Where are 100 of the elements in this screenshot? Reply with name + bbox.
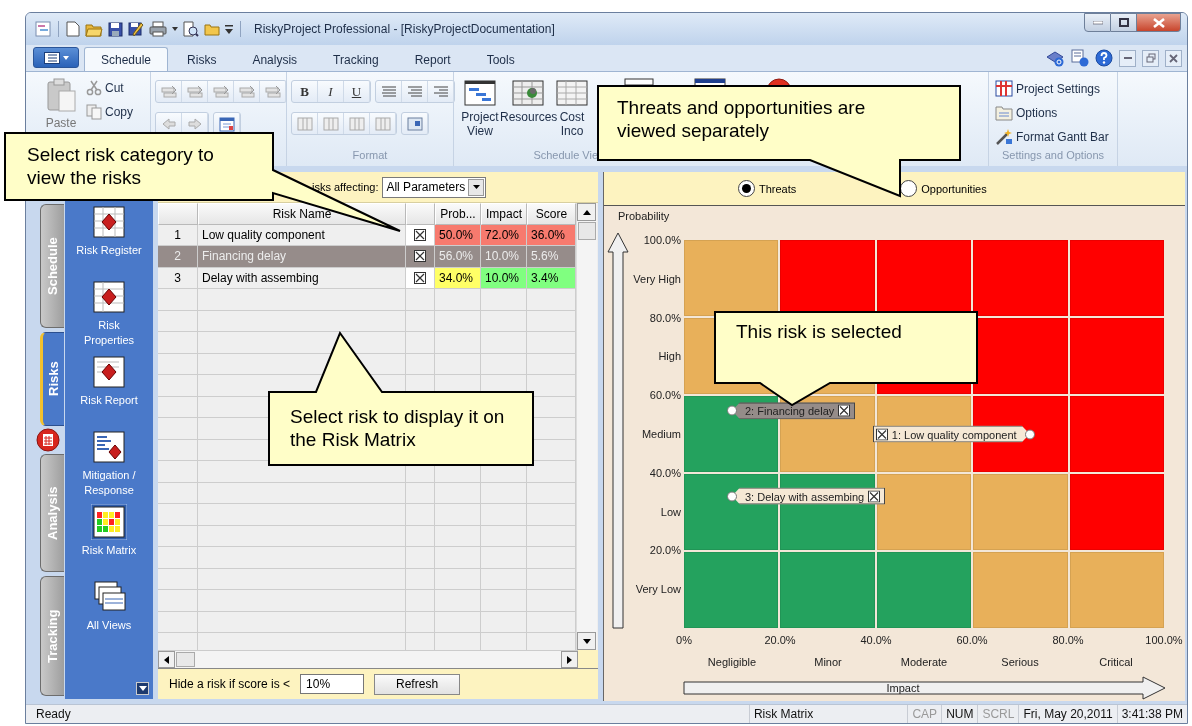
cost-sheet-icon <box>556 80 588 106</box>
application-menu-button[interactable] <box>33 47 79 68</box>
task-link-icon <box>159 84 178 99</box>
font-style-button[interactable]: B <box>292 81 318 102</box>
minimize-button[interactable] <box>1119 49 1136 67</box>
axis-tick-label: 100.0% <box>1145 634 1183 646</box>
axis-tick-label: 20.0% <box>764 634 796 646</box>
sidebar-item[interactable]: Risk Matrix <box>66 504 152 579</box>
table-row[interactable]: 1 Low quality component 50.0% 72.0% 36.0% <box>158 224 576 246</box>
save-as-icon <box>128 21 144 37</box>
minimize-icon <box>1123 57 1132 59</box>
checkbox-icon[interactable] <box>414 250 426 263</box>
customize-icon <box>225 24 233 34</box>
score-threshold-field[interactable]: 10% <box>300 674 365 694</box>
axis-category-label: Very High <box>633 272 681 285</box>
sidebar-item[interactable]: All Views <box>66 579 152 654</box>
table-cell: 3 <box>158 267 198 289</box>
image-frame-icon <box>406 116 423 131</box>
task-link-icon <box>263 84 282 99</box>
maximize-icon <box>1118 18 1129 27</box>
settings-button[interactable]: Format Gantt Bar <box>993 126 1111 147</box>
marker-label: 2: Financing delay <box>745 404 835 417</box>
status-view: Risk Matrix <box>748 705 908 723</box>
column-icon <box>322 116 339 131</box>
align-right-icon <box>433 85 448 98</box>
ribbon-tab[interactable]: Schedule <box>84 47 169 71</box>
scroll-right-button[interactable] <box>561 651 578 668</box>
ribbon-tab[interactable]: Tools <box>469 47 532 71</box>
font-style-button[interactable]: I <box>318 81 344 102</box>
axis-category-label: High <box>658 350 681 363</box>
parameter-dropdown[interactable]: All Parameters <box>382 176 487 198</box>
scissors-icon <box>86 80 102 96</box>
settings-button[interactable]: Project Settings <box>993 78 1103 99</box>
help-book-icon <box>1045 49 1065 67</box>
sidebar-item[interactable]: Risk Report <box>66 354 152 429</box>
scroll-down-button[interactable] <box>577 632 596 650</box>
sidebar-item[interactable]: Mitigation / Response <box>66 429 152 504</box>
refresh-button[interactable]: Refresh <box>374 673 461 695</box>
down-triangle-icon <box>582 638 591 644</box>
axis-tick-label: 40.0% <box>860 634 892 646</box>
table-row[interactable]: 3 Delay with assembing 34.0% 10.0% 3.4% <box>158 267 576 289</box>
caret-icon <box>472 185 480 189</box>
axis-category-label: Serious <box>1001 656 1039 668</box>
settings-grid-icon <box>995 80 1013 97</box>
checkbox-icon[interactable] <box>414 228 426 241</box>
checkbox-icon[interactable] <box>414 271 426 284</box>
view-button[interactable]: Project View <box>460 78 500 140</box>
callout-text: Select risk to display it on the Risk Matrix <box>290 405 506 451</box>
axis-tick-label: 0% <box>676 634 692 646</box>
table-cell: Financing delay <box>198 246 406 268</box>
header-cell <box>158 203 198 225</box>
ribbon-tab[interactable]: Analysis <box>235 47 315 71</box>
paste-button[interactable]: Paste <box>42 78 80 130</box>
maximize-button[interactable] <box>1111 13 1137 32</box>
axis-category-label: Moderate <box>900 656 948 668</box>
resource-sheet-icon <box>512 80 544 106</box>
sidebar-item[interactable]: Risk Register <box>66 204 152 279</box>
cut-button[interactable]: Cut <box>84 78 135 98</box>
font-style-button[interactable]: U <box>344 81 370 102</box>
radio-option[interactable]: Threats <box>738 180 797 197</box>
status-message: Ready <box>35 706 72 723</box>
printer-icon <box>149 21 167 37</box>
magic-wand-icon <box>995 128 1013 145</box>
scrollbar-thumb[interactable] <box>176 652 195 667</box>
view-button[interactable]: Resources <box>500 78 556 126</box>
settings-button[interactable]: Options <box>993 102 1060 123</box>
column-header: Score <box>527 203 576 225</box>
folder-icon <box>204 22 220 36</box>
ribbon-tab[interactable]: Report <box>397 47 468 71</box>
axis-title: Probability <box>618 210 670 222</box>
close-button[interactable] <box>1137 13 1181 32</box>
copy-button[interactable]: Copy <box>84 102 135 122</box>
restore-button[interactable] <box>1142 49 1159 67</box>
threshold-label: Hide a risk if score is < <box>169 677 291 691</box>
group-label: Schedule Vie <box>532 149 598 163</box>
scroll-down-button[interactable] <box>136 682 149 695</box>
table-cell: 72.0% <box>481 224 527 246</box>
view-button[interactable]: Cost Inco <box>556 78 588 140</box>
axis-category-label: Very Low <box>635 583 681 596</box>
sidebar-item[interactable]: Risk Properties <box>66 279 152 354</box>
up-triangle-icon <box>582 209 591 215</box>
callout-text: This risk is selected <box>736 320 903 343</box>
ribbon-tab[interactable]: Tracking <box>316 47 396 71</box>
status-indicator: CAP <box>907 705 942 723</box>
copy-icon <box>86 104 102 120</box>
column-icon <box>348 116 365 131</box>
left-arrow-icon <box>161 117 176 130</box>
ribbon-tab[interactable]: Risks <box>170 47 234 71</box>
column-header: Prob... <box>435 203 481 225</box>
scrollbar-thumb[interactable] <box>578 222 596 240</box>
scroll-up-button[interactable] <box>577 203 596 221</box>
close-button[interactable] <box>1165 49 1182 67</box>
axis-tick-label: 60.0% <box>649 389 681 402</box>
table-cell: 56.0% <box>435 246 481 268</box>
scroll-left-button[interactable] <box>158 651 175 668</box>
options-list-icon <box>995 104 1013 121</box>
status-indicator: SCRL <box>977 705 1019 723</box>
down-triangle-icon <box>138 686 147 691</box>
side-tab[interactable]: Risks <box>40 332 64 426</box>
marker-label: 3: Delay with assembing <box>745 490 865 503</box>
